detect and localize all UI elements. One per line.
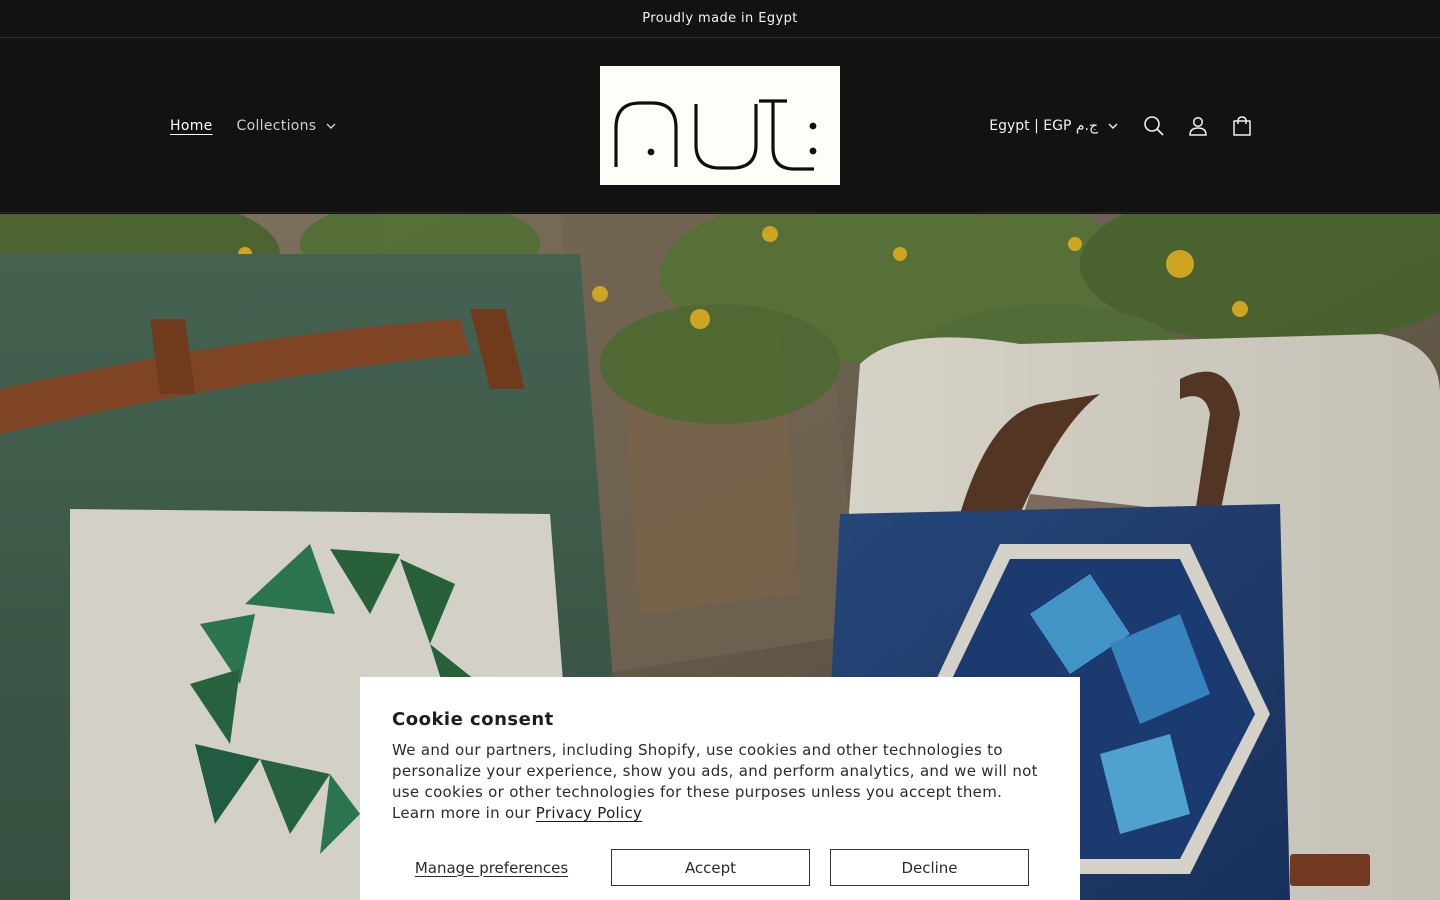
country-selector-label: Egypt | EGP ج.م <box>989 117 1098 134</box>
announcement-text: Proudly made in Egypt <box>642 11 798 26</box>
account-icon <box>1189 116 1207 136</box>
logo-mark <box>614 99 817 171</box>
privacy-policy-link[interactable]: Privacy Policy <box>536 804 642 822</box>
site-logo[interactable] <box>600 66 840 185</box>
chevron-down-icon <box>1108 123 1118 129</box>
search-icon <box>1144 115 1164 136</box>
main-nav: Home Collections <box>170 38 336 213</box>
nav-home-link[interactable]: Home <box>170 118 213 134</box>
site-header: Home Collections Egypt | EGP ج.م <box>0 38 1440 213</box>
cookie-consent-text: We and our partners, including Shopify, … <box>392 740 1048 824</box>
cookie-actions: Manage preferences Accept Decline <box>392 849 1048 886</box>
cookie-consent-title: Cookie consent <box>392 709 554 730</box>
cookie-consent-banner: Cookie consent We and our partners, incl… <box>360 677 1080 900</box>
manage-preferences-link[interactable]: Manage preferences <box>392 849 591 886</box>
nav-collections-label: Collections <box>236 117 317 134</box>
accept-button[interactable]: Accept <box>611 849 810 886</box>
announcement-bar: Proudly made in Egypt <box>0 0 1440 38</box>
decline-button[interactable]: Decline <box>830 849 1029 886</box>
cart-icon <box>1233 115 1251 136</box>
country-selector[interactable]: Egypt | EGP ج.م <box>989 118 1118 134</box>
cookie-consent-body: We and our partners, including Shopify, … <box>392 741 1038 822</box>
search-button[interactable] <box>1132 104 1176 148</box>
account-button[interactable] <box>1176 104 1220 148</box>
cart-button[interactable] <box>1220 104 1264 148</box>
nav-collections-dropdown[interactable]: Collections <box>237 118 337 134</box>
header-actions: Egypt | EGP ج.م <box>989 38 1264 213</box>
chevron-down-icon <box>326 123 336 129</box>
